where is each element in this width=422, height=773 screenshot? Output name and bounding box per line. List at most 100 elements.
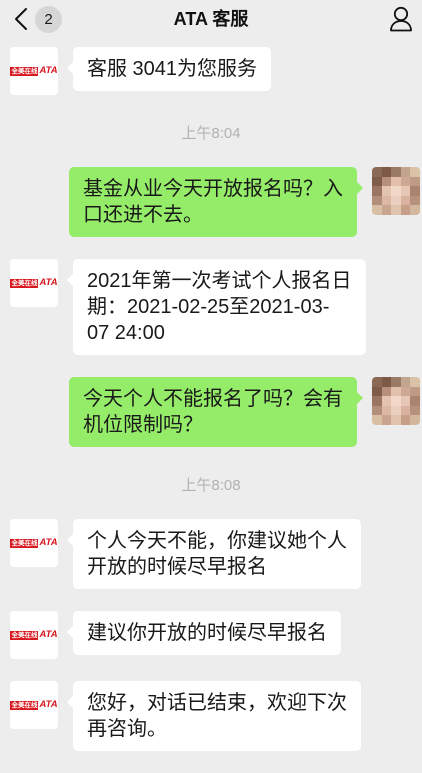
ata-logo-latin-text: ATA [39, 65, 58, 76]
avatar-pixel [372, 167, 382, 177]
avatar-pixel [400, 167, 411, 177]
avatar-pixel [410, 176, 420, 187]
message-bubble[interactable]: 今天个人不能报名了吗？会有 机位限制吗？ [69, 377, 363, 447]
avatar-pixel [400, 415, 411, 425]
message-bubble[interactable]: 基金从业今天开放报名吗？入 口还进不去。 [69, 167, 363, 237]
ata-logo-latin-text: ATA [39, 629, 58, 640]
message-bubble[interactable]: 您好，对话已结束，欢迎下次 再咨询。 [67, 681, 361, 751]
message-text-line: 客服 3041为您服务 [87, 58, 258, 80]
agent-avatar[interactable]: 全美在线 ATA [10, 519, 58, 567]
timestamp: 上午8:04 [181, 125, 241, 142]
chat-message-list[interactable]: 全美在线 ATA 客服 3041为您服务 上午8:04 基金从业今天开放报名吗？入 口还进… [0, 38, 422, 773]
page-title: ATA 客服 [173, 9, 249, 29]
message-text-line: 建议你开放的时候尽早报名 [87, 622, 327, 644]
message-row-received: 全美在线 ATA 您好，对话已结束，欢迎下次 再咨询。 [0, 681, 422, 751]
avatar-pixel [400, 186, 411, 196]
bubble-tail [67, 696, 73, 708]
person-icon [390, 6, 412, 32]
avatar-pixel [391, 386, 401, 397]
message-row-received: 全美在线 ATA 2021年第一次考试个人报名日 期：2021-02-25至2021-… [0, 259, 422, 355]
avatar-pixel [381, 415, 392, 425]
unread-count-badge: 2 [35, 5, 62, 33]
avatar-pixel [381, 205, 392, 215]
ata-logo-latin-text: ATA [39, 537, 58, 548]
avatar-pixel [410, 205, 420, 215]
avatar-pixel [391, 195, 401, 206]
avatar-pixel [400, 205, 411, 215]
message-row-received: 全美在线 ATA 客服 3041为您服务 [0, 47, 422, 95]
ata-logo-chinese-text: 全美在线 [10, 66, 39, 76]
chat-info-button[interactable] [389, 6, 413, 32]
bubble-tail [67, 62, 73, 74]
user-avatar[interactable] [372, 167, 420, 215]
ata-logo-chinese-text: 全美在线 [10, 538, 39, 548]
avatar-pixel [391, 405, 401, 416]
avatar-pixel [410, 405, 420, 416]
bubble-tail [357, 392, 363, 404]
avatar-pixel [410, 195, 420, 206]
message-bubble[interactable]: 2021年第一次考试个人报名日 期：2021-02-25至2021-03- 07 2… [67, 259, 366, 355]
back-button[interactable]: 2 [10, 5, 62, 33]
agent-avatar[interactable]: 全美在线 ATA [10, 47, 58, 95]
avatar-pixel [381, 167, 392, 177]
avatar-pixel [381, 405, 392, 416]
bubble-tail [67, 534, 73, 546]
avatar-pixel [372, 396, 382, 406]
ata-logo: 全美在线 ATA [10, 700, 58, 710]
message-text-line: 个人今天不能，你建议她个人 [87, 530, 347, 552]
avatar-pixel [372, 186, 382, 196]
message-row-sent: 基金从业今天开放报名吗？入 口还进不去。 [0, 167, 422, 237]
agent-avatar[interactable]: 全美在线 ATA [10, 611, 58, 659]
avatar-pixel [372, 205, 382, 215]
message-row-received: 全美在线 ATA 建议你开放的时候尽早报名 [0, 611, 422, 659]
bubble-tail [357, 182, 363, 194]
avatar-pixel [410, 415, 420, 425]
avatar-pixel [381, 186, 392, 196]
ata-logo: 全美在线 ATA [10, 629, 58, 640]
avatar-pixel [391, 186, 401, 196]
bubble-tail [67, 274, 73, 286]
message-text-line: 2021年第一次考试个人报名日 [87, 270, 352, 292]
avatar-pixel [372, 195, 382, 206]
avatar-pixel [372, 386, 382, 397]
avatar-pixel [400, 386, 411, 397]
message-bubble[interactable]: 客服 3041为您服务 [67, 47, 272, 91]
avatar-pixel [400, 176, 411, 187]
message-text-line: 再咨询。 [87, 718, 167, 740]
ata-logo: 全美在线 ATA [10, 277, 58, 288]
timestamp: 上午8:08 [181, 477, 241, 494]
avatar-pixel [391, 415, 401, 425]
avatar-pixel [381, 396, 392, 406]
avatar-pixel [391, 377, 401, 387]
avatar-pixel [391, 396, 401, 406]
avatar-pixel [391, 205, 401, 215]
avatar-pixel [372, 176, 382, 187]
avatar-pixel [372, 405, 382, 416]
chat-header: 2 ATA 客服 [0, 0, 422, 38]
message-text-line: 07 24:00 [87, 322, 165, 344]
agent-avatar[interactable]: 全美在线 ATA [10, 259, 58, 307]
message-text-line: 今天个人不能报名了吗？会有 [83, 388, 343, 410]
message-row-received: 全美在线 ATA 个人今天不能，你建议她个人 开放的时候尽早报名 [0, 519, 422, 589]
avatar-pixel [391, 176, 401, 187]
user-avatar[interactable] [372, 377, 420, 425]
message-text-line: 开放的时候尽早报名 [87, 556, 267, 578]
ata-logo: 全美在线 ATA [10, 537, 58, 548]
ata-logo-chinese-text: 全美在线 [10, 278, 39, 288]
message-text-line: 机位限制吗？ [83, 414, 203, 436]
message-row-sent: 今天个人不能报名了吗？会有 机位限制吗？ [0, 377, 422, 447]
ata-logo-latin-text: ATA [39, 277, 58, 288]
chevron-left-icon [15, 8, 27, 30]
avatar-pixel [400, 396, 411, 406]
avatar-pixel [410, 167, 420, 177]
avatar-pixel [372, 415, 382, 425]
agent-avatar[interactable]: 全美在线 ATA [10, 681, 58, 729]
message-text-line: 基金从业今天开放报名吗？入 [83, 178, 343, 200]
message-bubble[interactable]: 个人今天不能，你建议她个人 开放的时候尽早报名 [67, 519, 361, 589]
avatar-pixel [381, 176, 392, 187]
ata-logo: 全美在线 ATA [10, 65, 58, 76]
avatar-pixel [372, 377, 382, 387]
avatar-pixel [410, 186, 420, 196]
message-bubble[interactable]: 建议你开放的时候尽早报名 [67, 611, 341, 655]
message-text-line: 口还进不去。 [83, 204, 203, 226]
